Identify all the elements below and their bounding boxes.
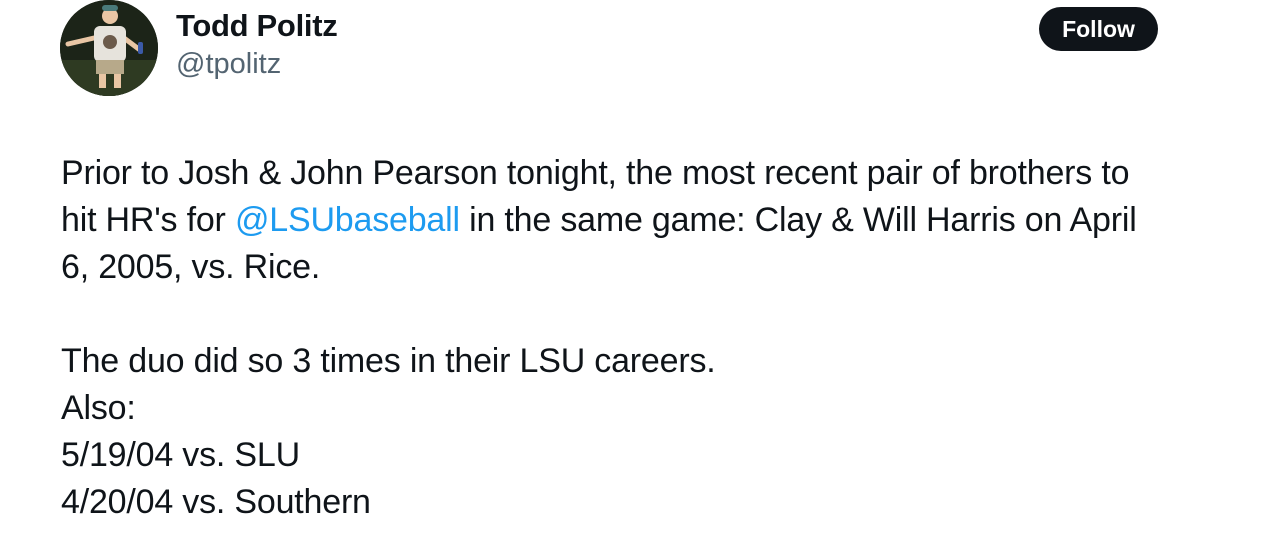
tweet-text: Prior to Josh & John Pearson tonight, th…	[61, 150, 1211, 526]
follow-button[interactable]: Follow	[1039, 7, 1158, 51]
tweet-line: Also:	[61, 389, 136, 427]
tweet-line-text: in the same game: Clay & Will Harris on …	[459, 201, 1137, 239]
tweet-line-text: hit HR's for	[61, 201, 235, 239]
author-handle[interactable]: @tpolitz	[176, 48, 281, 81]
profile-photo-icon	[60, 0, 158, 96]
mention-link[interactable]: @LSUbaseball	[235, 201, 460, 239]
tweet-line: 5/19/04 vs. SLU	[61, 436, 300, 474]
tweet-line: The duo did so 3 times in their LSU care…	[61, 342, 716, 380]
tweet-line: 4/20/04 vs. Southern	[61, 483, 371, 521]
tweet-line: hit HR's for @LSUbaseball in the same ga…	[61, 197, 1211, 244]
tweet-line: Prior to Josh & John Pearson tonight, th…	[61, 154, 1130, 192]
avatar[interactable]	[60, 0, 158, 96]
tweet-card: Todd Politz @tpolitz Follow Prior to Jos…	[0, 0, 1280, 557]
author-name[interactable]: Todd Politz	[176, 8, 338, 44]
tweet-line: 6, 2005, vs. Rice.	[61, 248, 321, 286]
